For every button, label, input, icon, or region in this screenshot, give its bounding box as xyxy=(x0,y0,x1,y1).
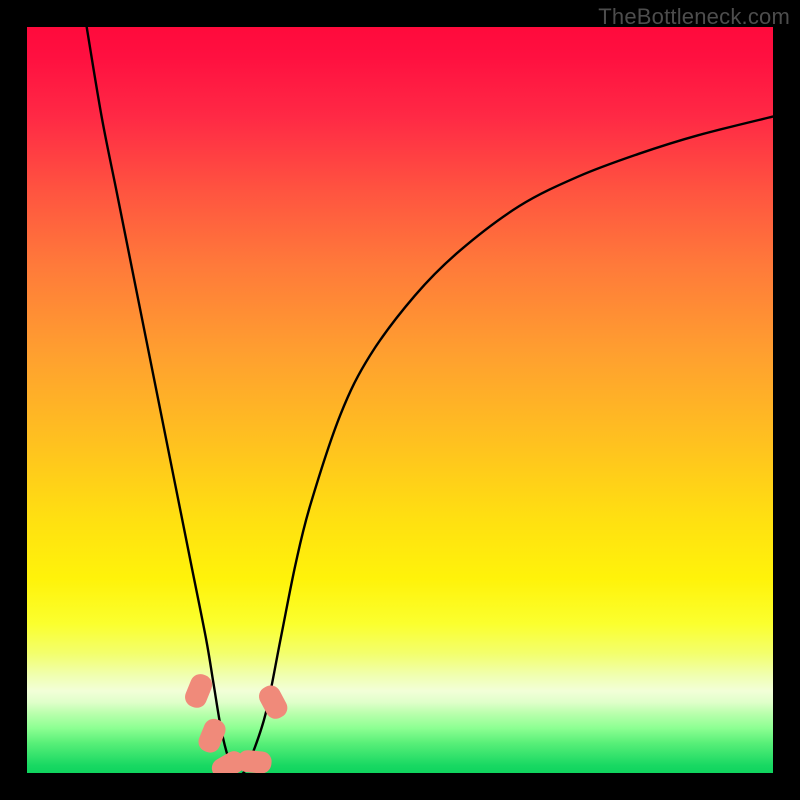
attribution-text: TheBottleneck.com xyxy=(598,4,790,30)
marker-group xyxy=(182,671,291,773)
marker-right xyxy=(255,682,290,722)
marker-bottom-right xyxy=(237,749,273,773)
plot-area xyxy=(27,27,773,773)
curve-layer xyxy=(27,27,773,773)
chart-frame: TheBottleneck.com xyxy=(0,0,800,800)
bottleneck-curve xyxy=(87,27,773,773)
curve-group xyxy=(87,27,773,773)
marker-left-mid xyxy=(195,716,228,756)
marker-left-upper xyxy=(182,671,215,711)
